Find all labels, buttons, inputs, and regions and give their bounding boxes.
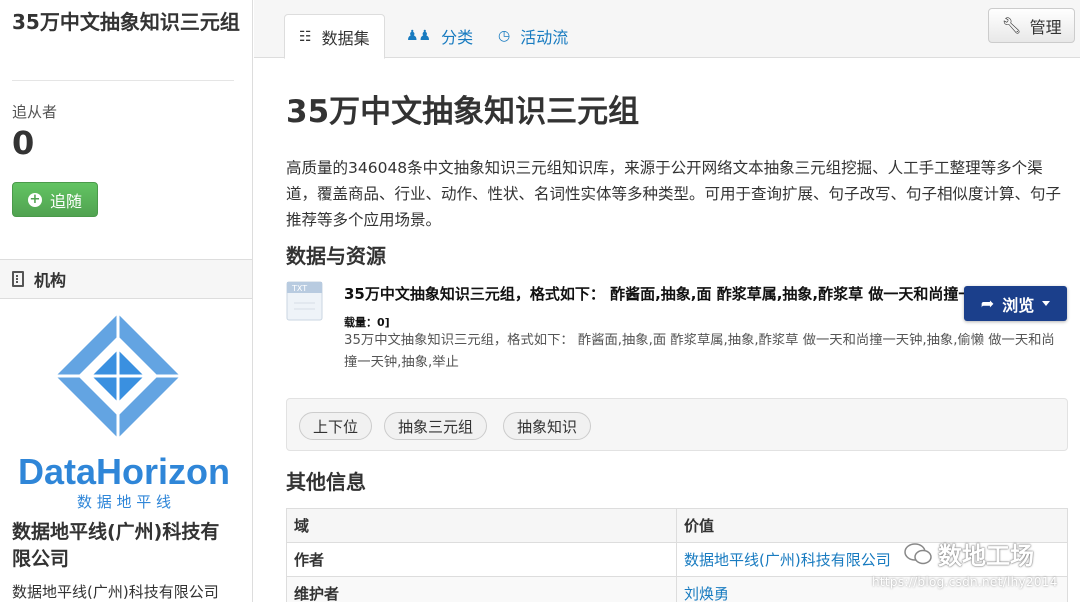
txt-file-icon: TXT [286, 281, 323, 321]
tab-label: 数据集 [321, 28, 370, 48]
watermark-text: 数地工场 [938, 542, 1034, 570]
tag-list: 上下位 抽象三元组 抽象知识 [286, 398, 1068, 451]
tab-activity-stream[interactable]: ◷ 活动流 [484, 14, 582, 58]
users-icon: ♟♟ [406, 28, 432, 44]
followers-label: 追从者 [12, 103, 58, 121]
tag-item[interactable]: 抽象三元组 [384, 412, 488, 440]
watermark: 数地工场 [904, 536, 1034, 571]
share-arrow-icon: ➦ [980, 294, 995, 313]
column-header: 域 [286, 508, 677, 543]
wrench-icon: 🔧︎ [1001, 16, 1022, 35]
manage-button[interactable]: 🔧︎ 管理 [988, 8, 1075, 43]
followers-count: 0 [12, 124, 35, 162]
svg-text:TXT: TXT [291, 284, 307, 293]
tag-item[interactable]: 上下位 [299, 412, 373, 440]
manage-button-label: 管理 [1029, 17, 1062, 37]
sitemap-icon: ☷ [299, 28, 312, 45]
dataset-description: 高质量的346048条中文抽象知识三元组知识库，来源于公开网络文本抽象三元组挖掘… [286, 159, 1062, 229]
wechat-icon [904, 542, 932, 564]
browse-button-label: 浏览 [1002, 295, 1035, 315]
organization-description: 数据地平线(广州)科技有限公司 [12, 583, 219, 601]
plus-circle-icon: + [27, 191, 42, 207]
organization-header-label: 机构 [34, 271, 67, 290]
resource-description: 35万中文抽象知识三元组，格式如下： 酢酱面,抽象,面 酢浆草属,抽象,酢浆草 … [344, 333, 1055, 370]
resources-heading: 数据与资源 [286, 244, 386, 268]
clock-icon: ◷ [498, 28, 511, 44]
page: 35万中文抽象知识三元组 追从者 0 + 追随 机构 DataHorizon 数… [0, 0, 1080, 602]
sidebar: 35万中文抽象知识三元组 追从者 0 + 追随 机构 DataHorizon 数… [0, 0, 253, 602]
svg-text:数 据 地 平 线: 数 据 地 平 线 [77, 493, 171, 511]
resource-title[interactable]: 35万中文抽象知识三元组，格式如下： 酢酱面,抽象,面 酢浆草属,抽象,酢浆草 … [344, 283, 1004, 304]
browse-button[interactable]: ➦ 浏览 [964, 286, 1067, 321]
tag-item[interactable]: 抽象知识 [503, 412, 592, 440]
tab-dataset[interactable]: ☷ 数据集 [284, 14, 385, 59]
datahorizon-logo[interactable]: DataHorizon 数 据 地 平 线 [10, 312, 238, 512]
author-link[interactable]: 数据地平线(广州)科技有限公司 [684, 551, 891, 569]
sidebar-dataset-title: 35万中文抽象知识三元组 [12, 10, 240, 34]
svg-text:DataHorizon: DataHorizon [18, 451, 230, 492]
chevron-down-icon [1042, 301, 1051, 306]
tab-groups[interactable]: ♟♟ 分类 [392, 14, 487, 58]
url-watermark: https://blog.csdn.net/lhy2014 [872, 575, 1058, 589]
building-icon [12, 271, 24, 287]
table-cell-key: 维护者 [286, 576, 677, 602]
page-title: 35万中文抽象知识三元组 [286, 94, 640, 130]
follow-button[interactable]: + 追随 [12, 182, 98, 217]
other-info-heading: 其他信息 [286, 470, 366, 494]
resource-download-count: 载量：0] [344, 316, 390, 329]
divider [12, 80, 234, 81]
tab-label: 活动流 [520, 28, 569, 47]
tab-label: 分类 [441, 28, 474, 47]
organization-name[interactable]: 数据地平线(广州)科技有限公司 [12, 519, 237, 573]
maintainer-link[interactable]: 刘焕勇 [684, 585, 729, 602]
organization-header: 机构 [0, 259, 252, 299]
table-cell-key: 作者 [286, 542, 677, 577]
follow-button-label: 追随 [49, 191, 82, 211]
